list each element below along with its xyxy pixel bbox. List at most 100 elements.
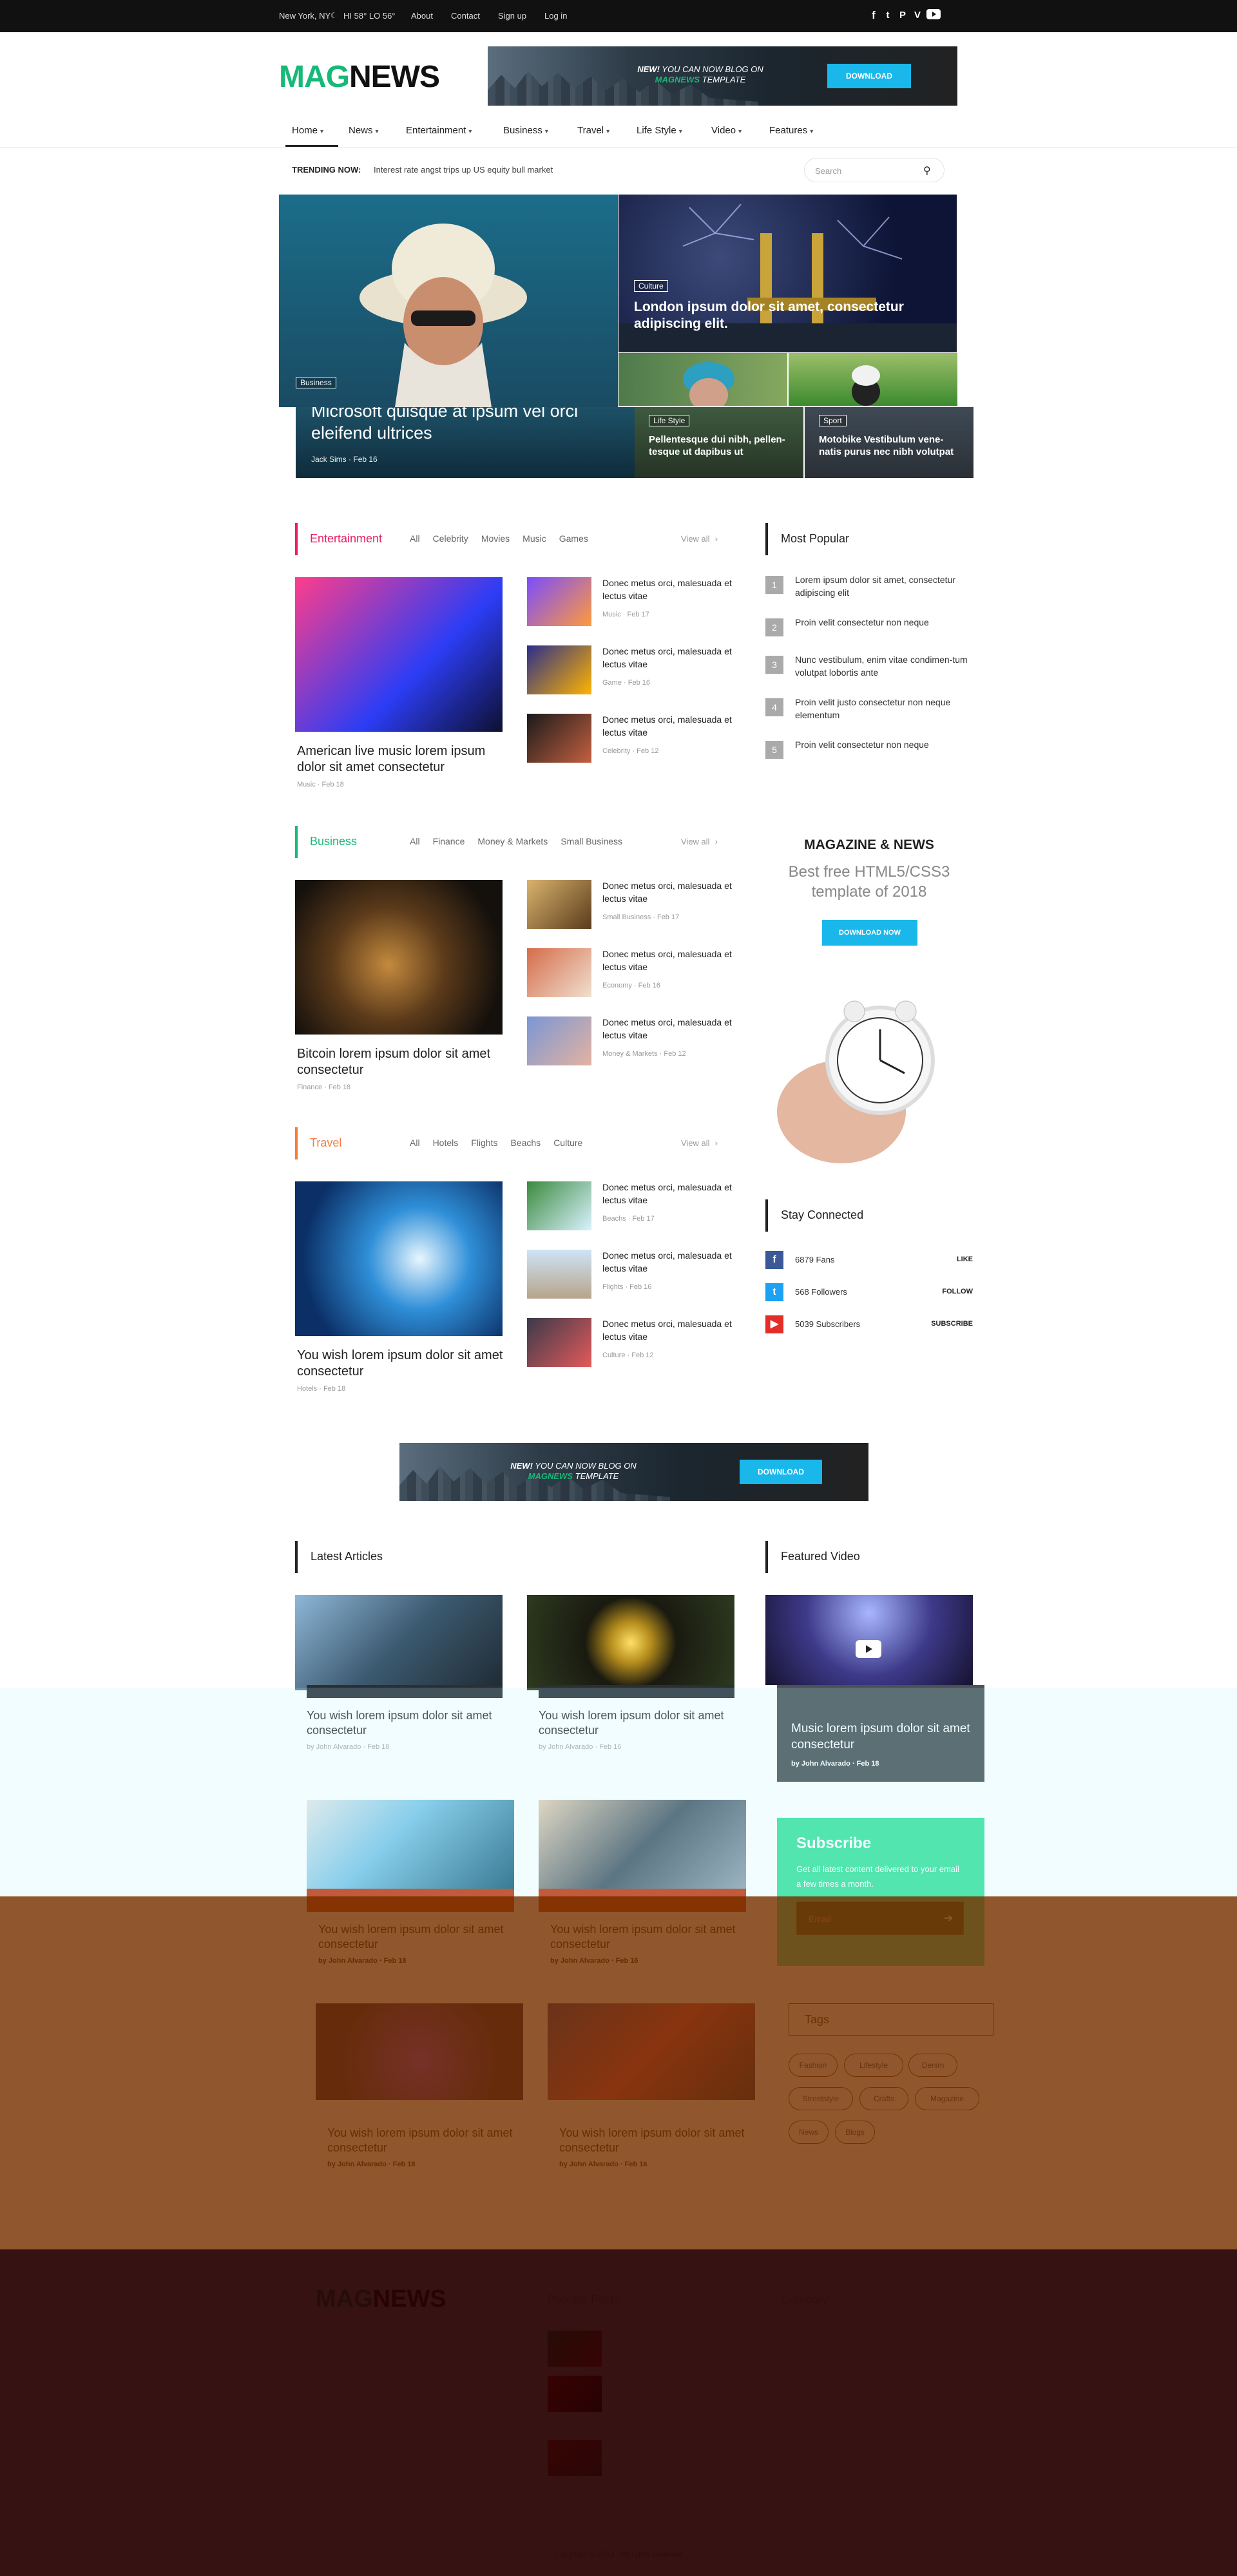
section-title[interactable]: Entertainment (310, 532, 382, 546)
youtube-icon[interactable] (926, 9, 941, 22)
popular-item-title[interactable]: Lorem ipsum dolor sit amet, consectetur … (795, 573, 972, 600)
hero-bottom-right-caption[interactable]: Sport Motobike Vestibulum vene-natis pur… (805, 407, 973, 478)
nav-travel[interactable]: Travel ▾ (577, 125, 609, 136)
hero-bottom-left-caption[interactable]: Life Style Pellentesque dui nibh, pellen… (635, 407, 803, 478)
ad-download-button[interactable]: DOWNLOAD NOW (822, 920, 917, 946)
mid-banner-download-button[interactable]: DOWNLOAD (740, 1460, 822, 1484)
tag-pill[interactable]: Lifestyle (844, 2054, 903, 2077)
featured-video-card-title[interactable]: Music lorem ipsum dolor sit amet consect… (791, 1721, 984, 1753)
popular-item-title[interactable]: Proin velit consectetur non neque (795, 616, 972, 629)
section-filter-link[interactable]: Hotels (433, 1138, 459, 1148)
section-item-thumb[interactable] (527, 948, 591, 997)
section-item-thumb[interactable] (527, 714, 591, 763)
nav-business[interactable]: Business ▾ (503, 125, 548, 136)
section-main-image[interactable] (295, 880, 503, 1035)
login-link[interactable]: Log in (544, 11, 567, 21)
tag-pill[interactable]: Magazine (915, 2087, 979, 2110)
hero-top-right-title[interactable]: London ipsum dolor sit amet, consectetur… (634, 299, 924, 333)
banner-download-button[interactable]: DOWNLOAD (827, 64, 911, 88)
twitter-icon[interactable]: t (881, 9, 894, 22)
section-main-image[interactable] (295, 577, 503, 732)
section-filter-link[interactable]: All (410, 533, 420, 544)
social-action-button[interactable]: SUBSCRIBE (928, 1320, 973, 1328)
article-card-title[interactable]: You wish lorem ipsum dolor sit amet cons… (559, 2126, 753, 2155)
hero-main-image[interactable]: Business (279, 195, 618, 407)
section-item-thumb[interactable] (527, 1250, 591, 1299)
section-filter-link[interactable]: Movies (481, 533, 510, 544)
hero-main-caption[interactable]: Microsoft quisque at ipsum vel orci elei… (296, 407, 635, 478)
section-item-thumb[interactable] (527, 577, 591, 626)
hero-top-right-tag[interactable]: Culture (634, 280, 668, 292)
article-card-image[interactable] (295, 1595, 503, 1690)
section-item-title[interactable]: Donec metus orci, malesuada et lectus vi… (602, 1250, 738, 1275)
hero-main-title[interactable]: Microsoft quisque at ipsum vel orci elei… (311, 407, 595, 444)
footer-post-thumb[interactable] (548, 2331, 602, 2367)
nav-video[interactable]: Video ▾ (711, 125, 742, 136)
article-card-image[interactable] (307, 1800, 514, 1896)
site-logo[interactable]: MAGNEWS (279, 59, 440, 95)
article-card-title[interactable]: You wish lorem ipsum dolor sit amet cons… (539, 1708, 732, 1737)
play-icon[interactable] (856, 1640, 881, 1658)
tag-pill[interactable]: Denim (908, 2054, 957, 2077)
section-title[interactable]: Travel (310, 1136, 341, 1150)
section-item-title[interactable]: Donec metus orci, malesuada et lectus vi… (602, 645, 738, 671)
section-main-title[interactable]: Bitcoin lorem ipsum dolor sit amet conse… (297, 1046, 503, 1078)
section-filter-link[interactable]: Flights (471, 1138, 497, 1148)
section-item-thumb[interactable] (527, 1016, 591, 1065)
article-card-image[interactable] (548, 2003, 755, 2100)
hero-bottom-left-title[interactable]: Pellentesque dui nibh, pellen-tesque ut … (649, 434, 791, 459)
nav-lifestyle[interactable]: Life Style ▾ (637, 125, 682, 136)
mid-banner-ad[interactable]: NEW! YOU CAN NOW BLOG ON MAGNEWS TEMPLATE… (399, 1443, 868, 1501)
hero-bottom-left-image[interactable] (618, 353, 787, 406)
article-card-image[interactable] (539, 1800, 746, 1896)
section-title[interactable]: Business (310, 835, 357, 848)
section-filter-link[interactable]: Music (523, 533, 546, 544)
tag-pill[interactable]: Crafts (859, 2087, 908, 2110)
trending-headline[interactable]: Interest rate angst trips up US equity b… (374, 165, 553, 175)
article-card-title[interactable]: You wish lorem ipsum dolor sit amet cons… (327, 2126, 521, 2155)
arrow-right-icon[interactable]: ➔ (944, 1912, 953, 1925)
pinterest-icon[interactable]: P (896, 9, 909, 22)
hero-bottom-left-tag[interactable]: Life Style (649, 415, 690, 426)
tag-pill[interactable]: News (789, 2121, 829, 2144)
view-all-label[interactable]: View all (681, 534, 710, 544)
section-main-title[interactable]: American live music lorem ipsum dolor si… (297, 743, 503, 776)
section-item-title[interactable]: Donec metus orci, malesuada et lectus vi… (602, 948, 738, 973)
hero-bottom-right-image[interactable] (789, 353, 957, 406)
search-input[interactable]: Search ⚲ (804, 158, 945, 182)
section-main-title[interactable]: You wish lorem ipsum dolor sit amet cons… (297, 1348, 503, 1380)
article-card-title[interactable]: You wish lorem ipsum dolor sit amet cons… (550, 1922, 743, 1951)
featured-video-caption[interactable]: Music lorem ipsum dolor sit amet consect… (777, 1685, 984, 1782)
section-filter-link[interactable]: Culture (553, 1138, 582, 1148)
section-item-thumb[interactable] (527, 645, 591, 694)
view-all-link[interactable]: View all › (681, 534, 718, 544)
section-item-title[interactable]: Donec metus orci, malesuada et lectus vi… (602, 1318, 738, 1343)
section-filter-link[interactable]: Games (559, 533, 588, 544)
facebook-icon[interactable]: f (765, 1251, 783, 1269)
section-item-title[interactable]: Donec metus orci, malesuada et lectus vi… (602, 1016, 738, 1042)
view-all-link[interactable]: View all › (681, 1138, 718, 1148)
tag-pill[interactable]: Streetstyle (789, 2087, 853, 2110)
tag-pill[interactable]: Blogs (835, 2121, 875, 2144)
nav-news[interactable]: News ▾ (349, 125, 379, 136)
view-all-label[interactable]: View all (681, 1138, 710, 1148)
view-all-label[interactable]: View all (681, 837, 710, 846)
view-all-link[interactable]: View all › (681, 837, 718, 846)
popular-item-title[interactable]: Proin velit consectetur non neque (795, 738, 972, 751)
popular-item-title[interactable]: Proin velit justo consectetur non neque … (795, 696, 972, 722)
section-item-title[interactable]: Donec metus orci, malesuada et lectus vi… (602, 577, 738, 602)
facebook-icon[interactable]: f (867, 9, 880, 22)
signup-link[interactable]: Sign up (498, 11, 526, 21)
hero-bottom-right-tag[interactable]: Sport (819, 415, 847, 426)
section-item-title[interactable]: Donec metus orci, malesuada et lectus vi… (602, 1181, 738, 1207)
section-item-title[interactable]: Donec metus orci, malesuada et lectus vi… (602, 714, 738, 739)
article-card-image[interactable] (316, 2003, 523, 2100)
section-filter-link[interactable]: Money & Markets (477, 836, 548, 846)
contact-link[interactable]: Contact (451, 11, 480, 21)
article-card-image[interactable] (527, 1595, 734, 1690)
footer-logo[interactable]: MAGNEWS (316, 2285, 446, 2313)
popular-item-title[interactable]: Nunc vestibulum, enim vitae condimen-tum… (795, 653, 972, 680)
about-link[interactable]: About (411, 11, 433, 21)
vimeo-icon[interactable]: V (911, 9, 924, 22)
social-action-button[interactable]: FOLLOW (928, 1288, 973, 1295)
